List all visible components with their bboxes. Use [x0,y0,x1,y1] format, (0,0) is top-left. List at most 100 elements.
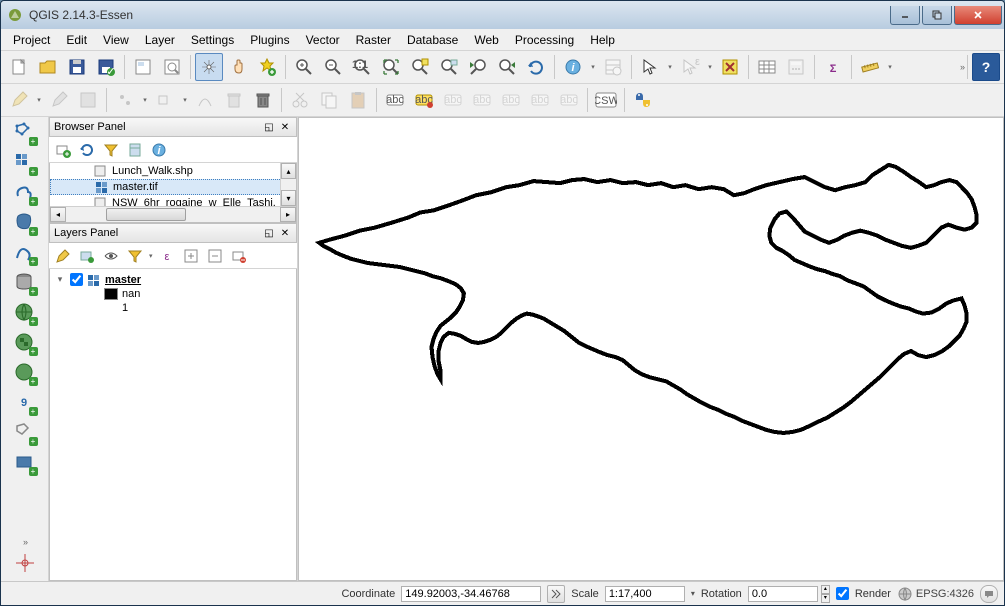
label-move-button[interactable]: abc [497,86,525,114]
add-raster-layer-button[interactable]: + [11,149,39,177]
rotation-input[interactable] [748,586,818,602]
add-wms-button[interactable]: + [11,299,39,327]
add-vector-layer-button[interactable]: ++ [11,119,39,147]
scale-dropdown-icon[interactable]: ▾ [691,589,695,598]
menu-web[interactable]: Web [466,30,506,50]
node-tool-button[interactable] [191,86,219,114]
menu-settings[interactable]: Settings [183,30,242,50]
measure-button[interactable] [856,53,884,81]
python-button[interactable] [629,86,657,114]
expand-all-icon[interactable] [181,246,201,266]
crosshair-button[interactable] [11,549,39,577]
map-canvas[interactable] [298,117,1004,581]
attribute-table-button[interactable] [753,53,781,81]
edits-dropdown[interactable]: ▾ [34,96,44,104]
delete-selected-button[interactable] [220,86,248,114]
visibility-icon[interactable] [101,246,121,266]
expander-icon[interactable]: ▾ [54,274,66,285]
collapse-all-icon[interactable] [205,246,225,266]
layers-tree[interactable]: ▾ master nan 1 [49,269,297,581]
browser-scroll-h[interactable]: ◂▸ [50,206,296,222]
menu-project[interactable]: Project [5,30,58,50]
help-button[interactable]: ? [972,53,1000,81]
add-feature-button[interactable] [111,86,139,114]
new-print-composer-button[interactable] [129,53,157,81]
zoom-out-tool[interactable] [319,53,347,81]
layer-visibility-checkbox[interactable] [70,273,83,286]
menu-plugins[interactable]: Plugins [242,30,297,50]
save-project-button[interactable] [63,53,91,81]
menu-database[interactable]: Database [399,30,466,50]
minimize-button[interactable] [890,6,920,25]
toolbar-overflow[interactable]: » [960,62,963,72]
properties-browser-icon[interactable]: i [149,140,169,160]
add-wcs-button[interactable]: + [11,329,39,357]
trash-button[interactable] [249,86,277,114]
collapse-browser-icon[interactable] [125,140,145,160]
move-feature-dropdown[interactable]: ▾ [180,96,190,104]
new-shapefile-button[interactable]: + [11,419,39,447]
open-project-button[interactable] [34,53,62,81]
label-pin-button[interactable]: abc [439,86,467,114]
layers-panel-header[interactable]: Layers Panel ◱ ✕ [49,223,297,243]
filter-layers-icon[interactable] [125,246,145,266]
filter-browser-icon[interactable] [101,140,121,160]
deselect-button[interactable] [716,53,744,81]
scale-input[interactable] [605,586,685,602]
select-dropdown[interactable]: ▾ [665,63,675,71]
new-project-button[interactable] [5,53,33,81]
csw-button[interactable]: CSW [592,86,620,114]
zoom-layer-button[interactable] [435,53,463,81]
measure-dropdown[interactable]: ▾ [885,63,895,71]
crs-button[interactable]: EPSG:4326 [897,586,974,602]
toggle-extents-button[interactable] [547,585,565,603]
menu-raster[interactable]: Raster [348,30,399,50]
add-virtual-button[interactable]: + [11,449,39,477]
cut-button[interactable] [286,86,314,114]
add-postgis-button[interactable]: + [11,209,39,237]
remove-layer-icon[interactable] [229,246,249,266]
browser-tree[interactable]: Lunch_Walk.shp master.tif NSW_6hr_rogain… [49,163,297,223]
layers-panel-close-button[interactable]: ✕ [278,226,292,240]
rotation-spinner[interactable]: ▴▾ [821,585,830,603]
select-button[interactable] [636,53,664,81]
layers-panel-float-button[interactable]: ◱ [262,226,276,240]
close-button[interactable] [954,6,1002,25]
browser-panel-close-button[interactable]: ✕ [278,120,292,134]
pan-button[interactable] [195,53,223,81]
edits-button[interactable] [5,86,33,114]
add-spatialite-button[interactable]: + [11,179,39,207]
label-show-button[interactable]: abc [468,86,496,114]
menu-edit[interactable]: Edit [58,30,95,50]
add-wfs-button[interactable]: + [11,359,39,387]
form-view-button[interactable] [599,53,627,81]
save-as-button[interactable]: ✓ [92,53,120,81]
menu-vector[interactable]: Vector [298,30,348,50]
identify-dropdown[interactable]: ▾ [588,63,598,71]
zoom-in-button[interactable] [253,53,281,81]
browser-panel-header[interactable]: Browser Panel ◱ ✕ [49,117,297,137]
layer-row[interactable]: ▾ master [54,273,292,286]
zoom-next-button[interactable] [493,53,521,81]
copy-button[interactable] [315,86,343,114]
save-edits-button[interactable] [74,86,102,114]
add-oracle-button[interactable]: + [11,269,39,297]
field-calc-button[interactable] [782,53,810,81]
menu-view[interactable]: View [95,30,137,50]
titlebar[interactable]: QGIS 2.14.3-Essen [1,1,1004,29]
add-feature-dropdown[interactable]: ▾ [140,96,150,104]
tree-row[interactable]: Lunch_Walk.shp [50,163,296,179]
expression-filter-icon[interactable]: ε [157,246,177,266]
add-csv-button[interactable]: 9,+ [11,389,39,417]
toggle-editing-button[interactable] [45,86,73,114]
browser-scroll-v[interactable]: ▴▾ [280,163,296,206]
zoom-in-tool[interactable] [290,53,318,81]
messages-button[interactable] [980,585,998,603]
zoom-last-button[interactable] [464,53,492,81]
label-abc-button[interactable]: abc [381,86,409,114]
coordinate-input[interactable] [401,586,541,602]
add-layer-icon[interactable] [53,140,73,160]
render-checkbox[interactable] [836,587,849,600]
move-feature-button[interactable] [151,86,179,114]
menu-layer[interactable]: Layer [137,30,183,50]
